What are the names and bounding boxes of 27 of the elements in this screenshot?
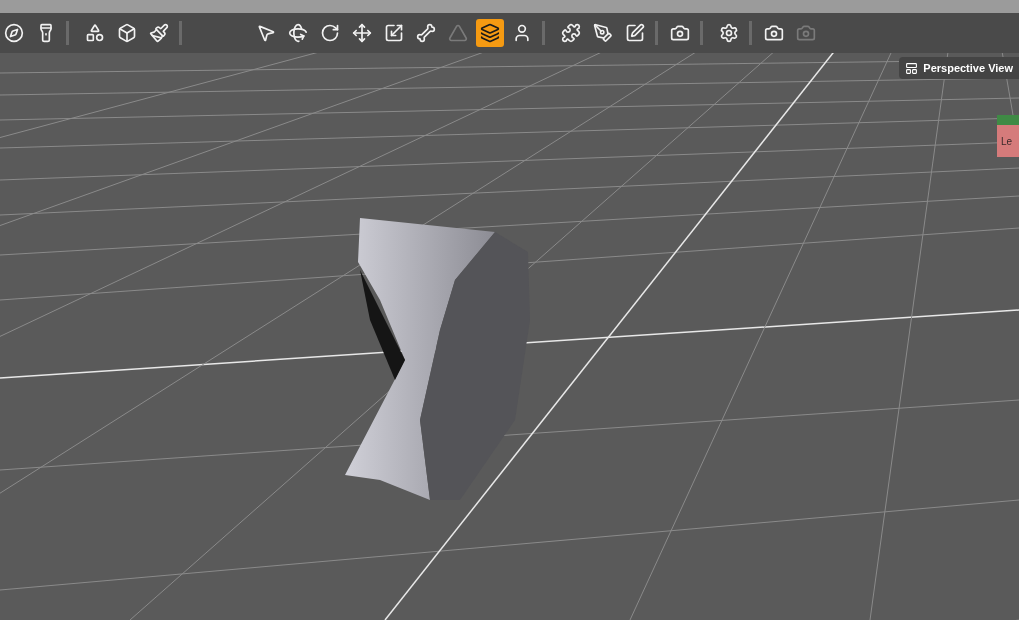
camera-icon xyxy=(764,23,784,43)
view-label[interactable]: Perspective View xyxy=(899,57,1019,79)
move-icon xyxy=(352,23,372,43)
view-label-text: Perspective View xyxy=(923,62,1013,74)
rotate-icon xyxy=(320,23,340,43)
camera-icon xyxy=(670,23,690,43)
shapes-icon xyxy=(85,23,105,43)
cube-icon xyxy=(117,23,137,43)
bone-icon xyxy=(416,23,436,43)
camera-icon xyxy=(796,23,816,43)
orbit-icon xyxy=(288,23,308,43)
scale-icon xyxy=(384,23,404,43)
figure-icon xyxy=(512,23,532,43)
puzzle-icon xyxy=(561,23,581,43)
paintbrush-icon xyxy=(149,23,169,43)
compass-icon xyxy=(4,23,24,43)
window-icon xyxy=(905,61,919,75)
layers-icon xyxy=(480,23,500,43)
pen-icon xyxy=(593,23,613,43)
settings-icon xyxy=(719,23,739,43)
edit-icon xyxy=(625,23,645,43)
tool-button[interactable] xyxy=(476,19,504,47)
triangle-icon xyxy=(448,23,468,43)
navigation-cube[interactable]: Le xyxy=(997,115,1019,157)
viewport[interactable]: Perspective View Le xyxy=(0,53,1019,620)
pointer-icon xyxy=(256,23,276,43)
cube-label: Le xyxy=(1001,135,1013,147)
